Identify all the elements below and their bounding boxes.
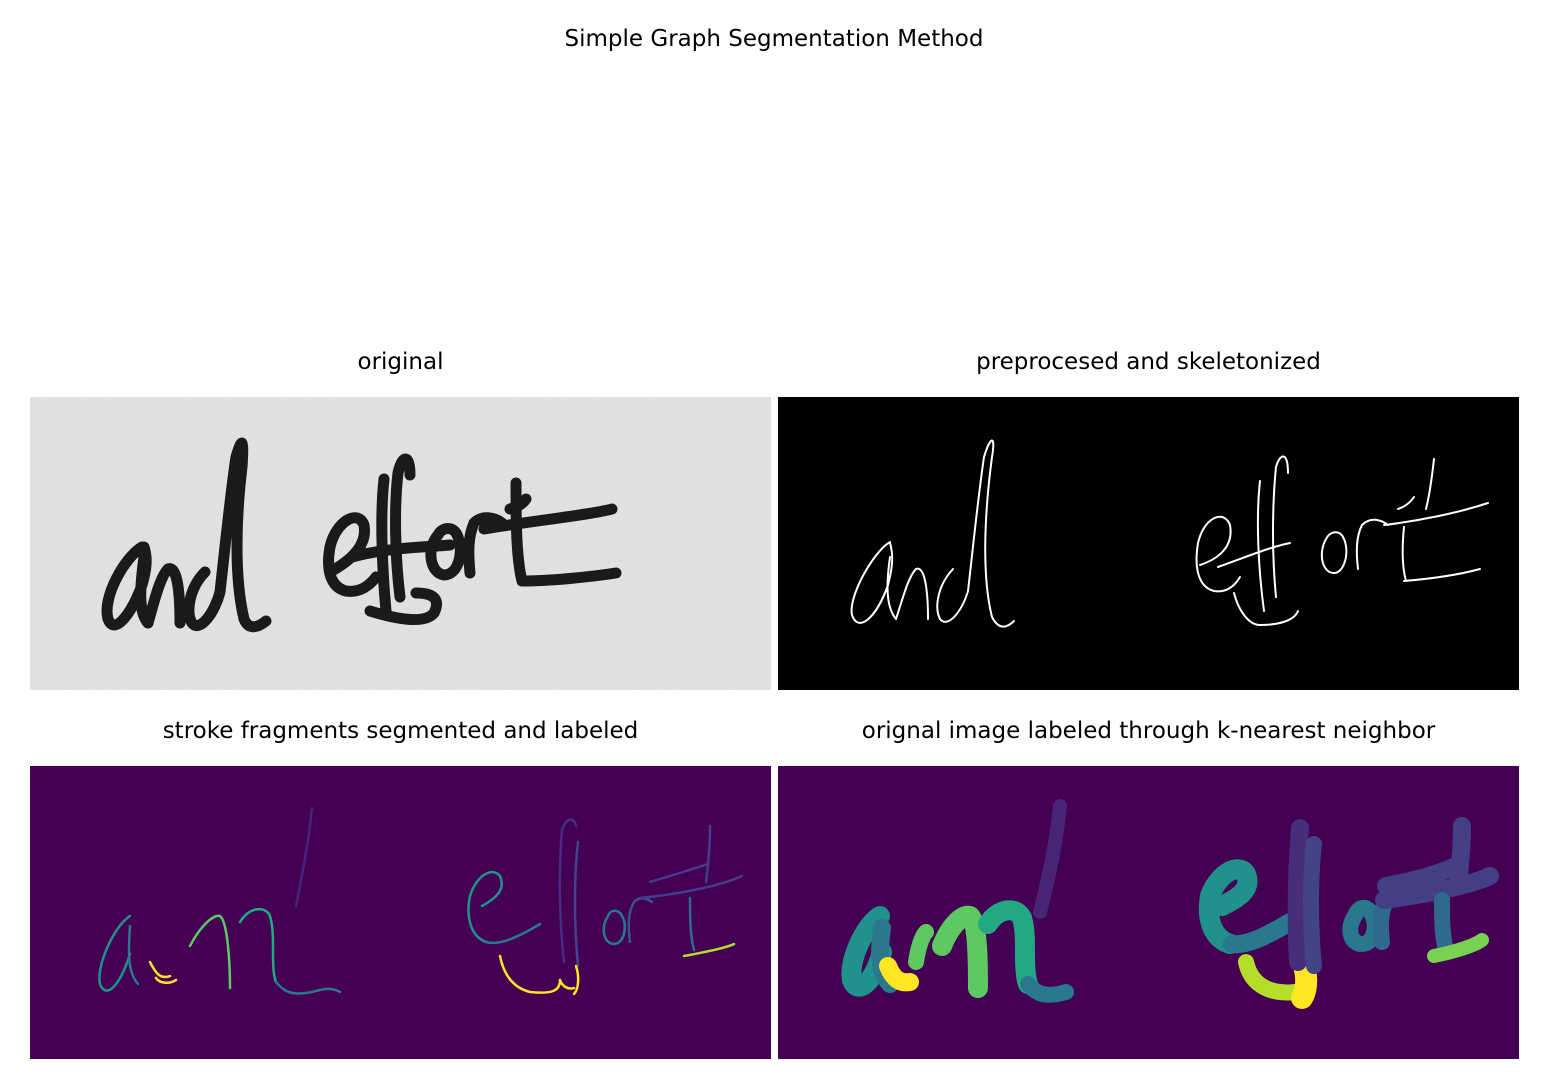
panel-title-skeleton: preprocesed and skeletonized <box>976 349 1321 375</box>
original-image-panel <box>30 397 771 690</box>
stroke-fragments-image <box>30 766 771 1059</box>
original-handwriting-image <box>30 397 771 690</box>
fragments-image-panel <box>30 766 771 1059</box>
panel-title-knn: orignal image labeled through k-nearest … <box>861 718 1436 744</box>
panel-title-original: original <box>357 349 444 375</box>
figure-title: Simple Graph Segmentation Method <box>564 26 984 52</box>
skeleton-image-panel <box>778 397 1519 690</box>
knn-labeled-image <box>778 766 1519 1059</box>
knn-image-panel <box>778 766 1519 1059</box>
panel-title-fragments: stroke fragments segmented and labeled <box>162 718 639 744</box>
skeleton-image <box>778 397 1519 690</box>
